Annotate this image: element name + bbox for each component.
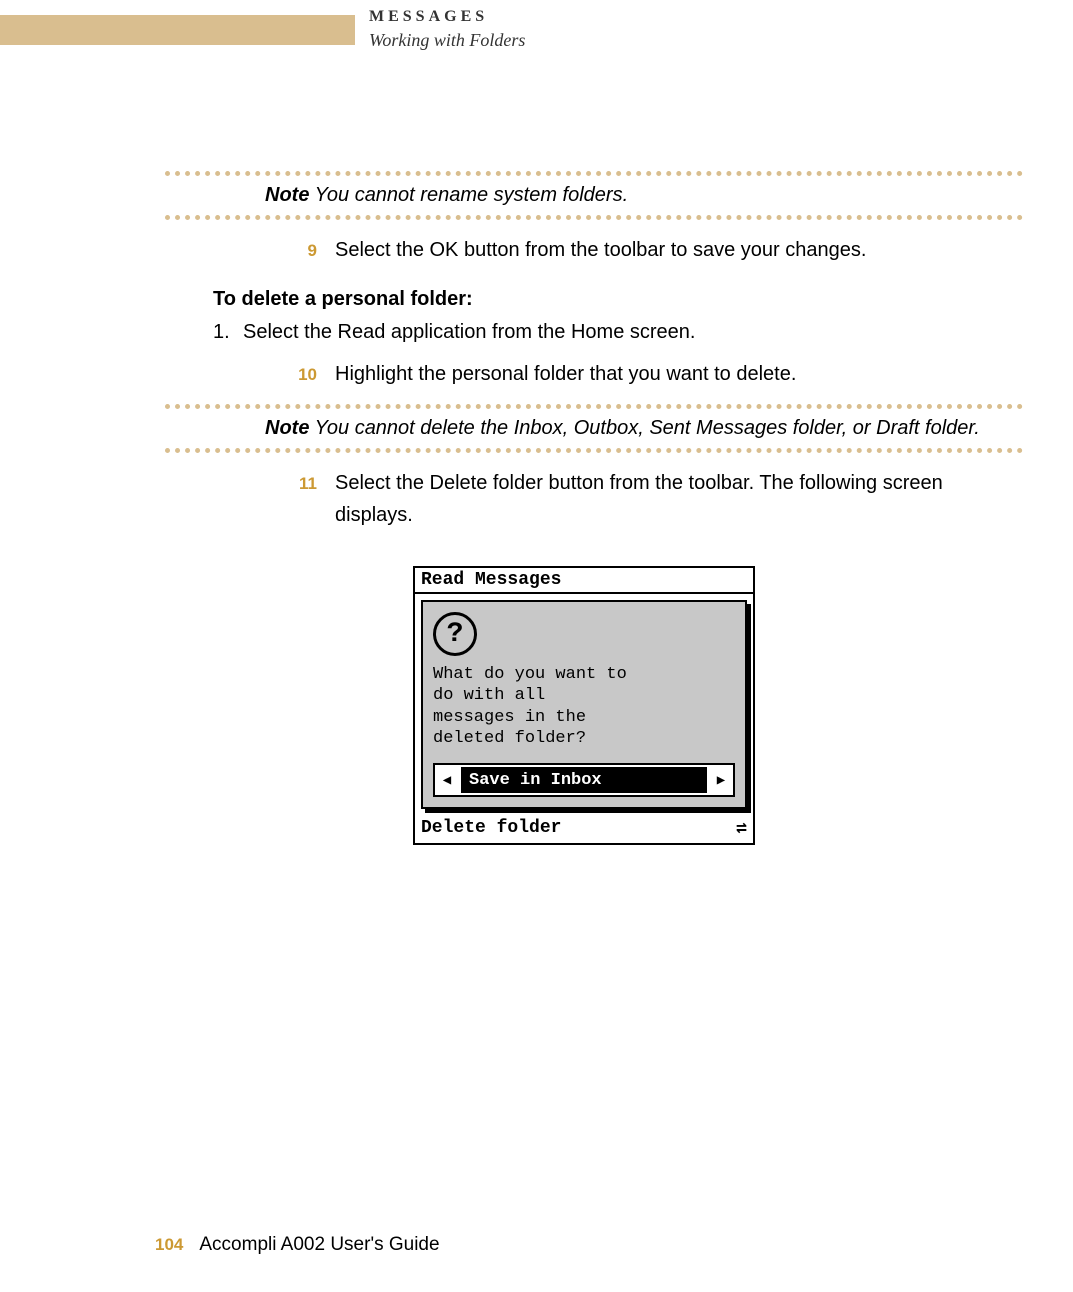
step-9: 9 Select the OK button from the toolbar … xyxy=(165,234,1023,266)
device-footer-label: Delete folder xyxy=(421,818,561,838)
step-9-text: Select the OK button from the toolbar to… xyxy=(335,234,1023,266)
page-content: Note You cannot rename system folders. 9… xyxy=(165,165,1023,845)
list-item-1-number: 1. xyxy=(213,321,243,344)
subheading-delete-folder: To delete a personal folder: xyxy=(213,288,1023,311)
step-11-text: Select the Delete folder button from the… xyxy=(335,467,1023,531)
note-line-2: Note You cannot delete the Inbox, Outbox… xyxy=(165,413,1023,444)
arrow-right-icon: ▶ xyxy=(709,765,733,795)
device-screenshot: Read Messages ? What do you want to do w… xyxy=(413,566,755,845)
list-item-1: 1. Select the Read application from the … xyxy=(213,321,1023,344)
guide-title: Accompli A002 User's Guide xyxy=(199,1234,439,1256)
note-border-top-2 xyxy=(165,404,1023,409)
note-label-2: Note xyxy=(265,417,309,439)
swap-icon: ⇌ xyxy=(736,817,747,839)
page-number: 104 xyxy=(155,1235,183,1255)
step-11: 11 Select the Delete folder button from … xyxy=(165,467,1023,531)
note-border-bottom-2 xyxy=(165,448,1023,453)
note-rename-text: You cannot rename system folders. xyxy=(309,184,628,206)
arrow-left-icon: ◀ xyxy=(435,765,459,795)
device-window-title: Read Messages xyxy=(415,568,753,594)
question-icon: ? xyxy=(433,612,477,656)
device-frame: Read Messages ? What do you want to do w… xyxy=(413,566,755,845)
page-footer: 104 Accompli A002 User's Guide xyxy=(155,1234,440,1256)
note-border-bottom xyxy=(165,215,1023,220)
step-11-number: 11 xyxy=(165,474,335,494)
note-delete-text: You cannot delete the Inbox, Outbox, Sen… xyxy=(309,417,979,439)
header-color-bar xyxy=(0,15,355,45)
note-rename: Note You cannot rename system folders. xyxy=(165,171,1023,220)
step-9-number: 9 xyxy=(165,241,335,261)
note-delete: Note You cannot delete the Inbox, Outbox… xyxy=(165,404,1023,453)
option-selector: ◀ Save in Inbox ▶ xyxy=(433,763,735,797)
list-item-1-text: Select the Read application from the Hom… xyxy=(243,321,695,344)
device-dialog: ? What do you want to do with all messag… xyxy=(421,600,747,809)
device-footer-bar: Delete folder ⇌ xyxy=(415,815,753,843)
step-10-text: Highlight the personal folder that you w… xyxy=(335,358,1023,390)
note-line: Note You cannot rename system folders. xyxy=(165,180,1023,211)
dialog-question-text: What do you want to do with all messages… xyxy=(433,664,735,749)
step-10: 10 Highlight the personal folder that yo… xyxy=(165,358,1023,390)
section-title: Working with Folders xyxy=(369,30,525,51)
page-header: MESSAGES Working with Folders xyxy=(0,8,1073,51)
option-selected-label: Save in Inbox xyxy=(461,767,707,793)
chapter-title: MESSAGES xyxy=(369,8,525,26)
device-body: ? What do you want to do with all messag… xyxy=(415,594,753,815)
note-label: Note xyxy=(265,184,309,206)
header-text-block: MESSAGES Working with Folders xyxy=(369,8,525,51)
step-10-number: 10 xyxy=(165,365,335,385)
note-border-top xyxy=(165,171,1023,176)
